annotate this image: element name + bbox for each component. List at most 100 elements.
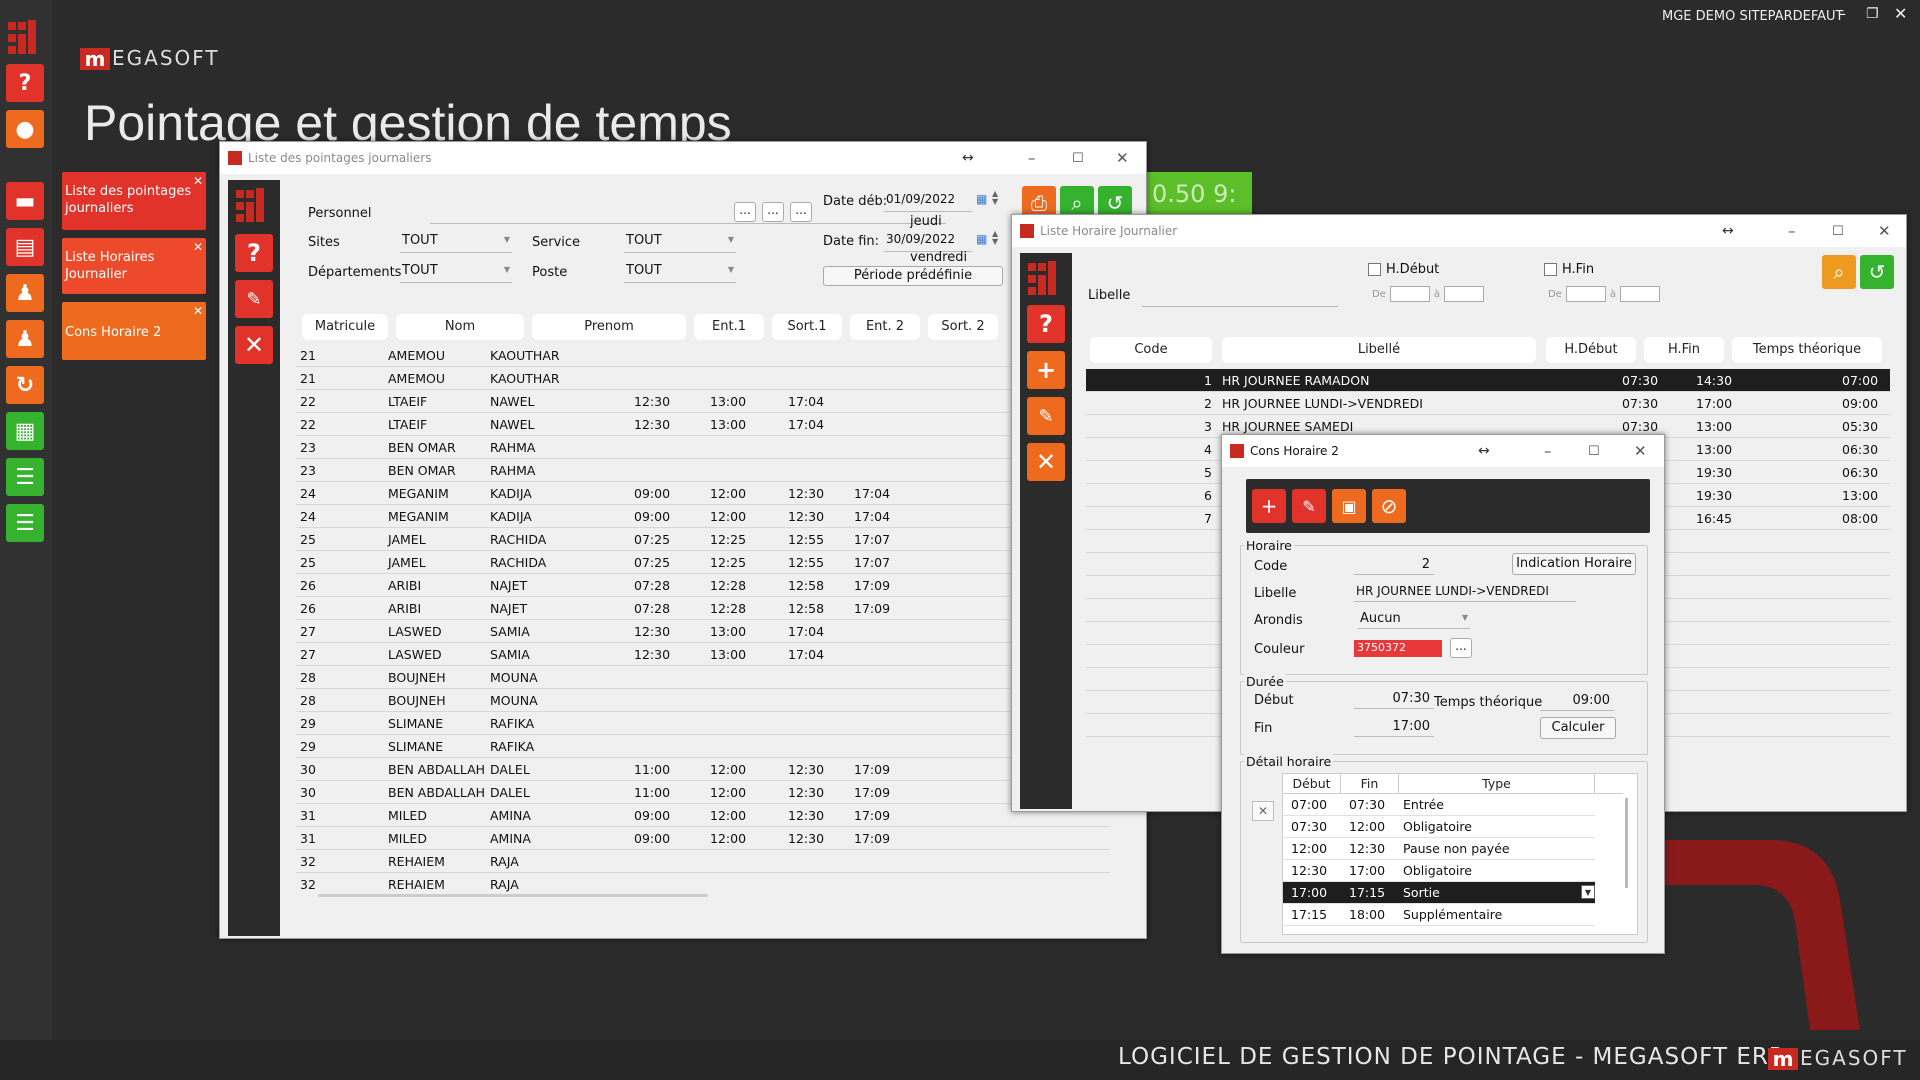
table-row[interactable]: 21 AMEMOU KAOUTHAR <box>296 344 1110 367</box>
app-minimize-button[interactable]: – <box>1838 4 1846 23</box>
table-row[interactable]: 21 AMEMOU KAOUTHAR <box>296 367 1110 390</box>
table-row[interactable]: 27 LASWED SAMIA 12:30 13:00 17:04 <box>296 643 1110 666</box>
fin-input[interactable]: 17:00 <box>1354 719 1434 737</box>
maximize-button[interactable]: ☐ <box>1832 215 1844 247</box>
periode-predefinie-button[interactable]: Période prédéfinie <box>823 266 1003 286</box>
detail-row[interactable]: 12:00 12:30 Pause non payée <box>1283 838 1595 860</box>
search-reset-icon[interactable]: ↺ <box>1860 255 1894 289</box>
table-row[interactable]: 26 ARIBI NAJET 07:28 12:28 12:58 17:09 <box>296 574 1110 597</box>
debut-input[interactable]: 07:30 <box>1354 691 1434 709</box>
col-ent1[interactable]: Ent.1 <box>694 314 764 340</box>
hdebut-range[interactable]: De à <box>1372 285 1484 303</box>
save-icon[interactable]: ▣ <box>1332 489 1366 523</box>
tile-liste-pointages[interactable]: Liste des pointages journaliers ✕ <box>62 172 206 230</box>
detail-row[interactable]: 17:00 17:15 Sortie ▼ <box>1283 882 1595 904</box>
detail-row[interactable]: 07:00 07:30 Entrée <box>1283 794 1595 816</box>
table-row[interactable]: 25 JAMEL RACHIDA 07:25 12:25 12:55 17:07 <box>296 551 1110 574</box>
close-icon[interactable]: ✕ <box>235 326 273 364</box>
help-icon[interactable]: ? <box>6 64 44 102</box>
move-icon[interactable]: ↔ <box>1722 215 1734 247</box>
person-icon[interactable]: ♟ <box>6 274 44 312</box>
libelle-input[interactable] <box>1142 287 1338 307</box>
card-icon[interactable]: ▤ <box>6 228 44 266</box>
maximize-button[interactable]: ☐ <box>1072 142 1084 174</box>
horizontal-scrollbar[interactable] <box>318 894 708 897</box>
poste-select[interactable]: TOUT ▼ <box>624 263 736 283</box>
close-button[interactable]: ✕ <box>1116 142 1129 174</box>
libelle-input[interactable]: HR JOURNEE LUNDI->VENDREDI <box>1354 584 1576 602</box>
minimize-button[interactable]: – <box>1544 435 1552 467</box>
add-icon[interactable]: + <box>1027 351 1065 389</box>
table-row[interactable]: 31 MILED AMINA 09:00 12:00 12:30 17:09 <box>296 804 1110 827</box>
wallet-icon[interactable]: ▬ <box>6 182 44 220</box>
arrondis-select[interactable]: Aucun ▼ <box>1358 611 1470 629</box>
detail-row[interactable]: 12:30 17:00 Obligatoire <box>1283 860 1595 882</box>
date-spinner[interactable]: ▲ ▼ <box>992 190 998 206</box>
col-nom[interactable]: Nom <box>396 314 524 340</box>
col-temps[interactable]: Temps théorique <box>1732 337 1882 363</box>
move-icon[interactable]: ↔ <box>1478 435 1490 467</box>
col-libelle[interactable]: Libellé <box>1222 337 1536 363</box>
col-matricule[interactable]: Matricule <box>302 314 388 340</box>
window-titlebar[interactable]: Liste Horaire Journalier ↔ – ☐ ✕ <box>1012 215 1906 247</box>
users-list-icon[interactable]: ☰ <box>6 504 44 542</box>
close-icon[interactable]: ✕ <box>193 173 203 190</box>
detail-row[interactable]: 17:15 18:00 Supplémentaire <box>1283 904 1595 926</box>
calendar-icon[interactable]: ▦ <box>976 192 987 206</box>
col-debut[interactable]: Début <box>1283 774 1341 794</box>
minimize-button[interactable]: – <box>1788 215 1796 247</box>
table-row[interactable]: 1 HR JOURNEE RAMADON 07:30 14:30 07:00 <box>1086 369 1890 392</box>
departements-select[interactable]: TOUT ▼ <box>400 263 512 283</box>
table-row[interactable]: 31 MILED AMINA 09:00 12:00 12:30 17:09 <box>296 827 1110 850</box>
vertical-scrollbar[interactable] <box>1625 798 1628 888</box>
edit-icon[interactable]: ✎ <box>1292 489 1326 523</box>
personnel-browse-button-3[interactable]: ... <box>790 202 812 222</box>
calculer-button[interactable]: Calculer <box>1540 717 1616 739</box>
hfin-checkbox[interactable] <box>1544 263 1557 276</box>
col-code[interactable]: Code <box>1090 337 1212 363</box>
edit-icon[interactable]: ✎ <box>1027 397 1065 435</box>
close-icon[interactable]: ✕ <box>1027 443 1065 481</box>
table-row[interactable]: 25 JAMEL RACHIDA 07:25 12:25 12:55 17:07 <box>296 528 1110 551</box>
add-icon[interactable]: + <box>1252 489 1286 523</box>
lightbulb-icon[interactable]: ● <box>6 110 44 148</box>
edit-icon[interactable]: ✎ <box>235 280 273 318</box>
table-row[interactable]: 30 BEN ABDALLAH DALEL 11:00 12:00 12:30 17:09 <box>296 781 1110 804</box>
maximize-button[interactable]: ☐ <box>1588 435 1600 467</box>
move-icon[interactable]: ↔ <box>962 142 974 174</box>
col-prenom[interactable]: Prenom <box>532 314 686 340</box>
cancel-icon[interactable]: ⊘ <box>1372 489 1406 523</box>
calculator-icon[interactable]: ▦ <box>6 412 44 450</box>
table-row[interactable]: 27 LASWED SAMIA 12:30 13:00 17:04 <box>296 620 1110 643</box>
table-row[interactable]: 24 MEGANIM KADIJA 09:00 12:00 12:30 17:04 <box>296 482 1110 505</box>
col-sort1[interactable]: Sort.1 <box>772 314 842 340</box>
table-row[interactable]: 32 REHAIEM RAJA <box>296 850 1110 873</box>
table-row[interactable]: 32 REHAIEM RAJA <box>296 873 1110 892</box>
table-row[interactable]: 23 BEN OMAR RAHMA <box>296 436 1110 459</box>
close-icon[interactable]: ✕ <box>193 303 203 320</box>
table-row[interactable]: 24 MEGANIM KADIJA 09:00 12:00 12:30 17:04 <box>296 505 1110 528</box>
table-row[interactable]: 28 BOUJNEH MOUNA <box>296 689 1110 712</box>
hfin-range[interactable]: De à <box>1548 285 1660 303</box>
table-row[interactable]: 22 LTAEIF NAWEL 12:30 13:00 17:04 <box>296 390 1110 413</box>
app-maximize-button[interactable]: ❐ <box>1866 6 1879 22</box>
detail-row[interactable]: 07:30 12:00 Obligatoire <box>1283 816 1595 838</box>
sites-select[interactable]: TOUT ▼ <box>400 233 512 253</box>
user-list-icon[interactable]: ☰ <box>6 458 44 496</box>
close-icon[interactable]: ✕ <box>193 239 203 256</box>
table-row[interactable]: 26 ARIBI NAJET 07:28 12:28 12:58 17:09 <box>296 597 1110 620</box>
personnel-browse-button[interactable]: ... <box>734 202 756 222</box>
code-input[interactable]: 2 <box>1354 557 1434 575</box>
col-ent2[interactable]: Ent. 2 <box>850 314 920 340</box>
table-row[interactable]: 23 BEN OMAR RAHMA <box>296 459 1110 482</box>
couleur-input[interactable]: 3750372 <box>1354 640 1442 657</box>
couleur-browse-button[interactable]: ... <box>1450 638 1472 658</box>
help-icon[interactable]: ? <box>1027 305 1065 343</box>
calendar-icon[interactable]: ▦ <box>976 232 987 246</box>
table-row[interactable]: 30 BEN ABDALLAH DALEL 11:00 12:00 12:30 17:09 <box>296 758 1110 781</box>
refresh-icon[interactable]: ↻ <box>6 366 44 404</box>
service-select[interactable]: TOUT ▼ <box>624 233 736 253</box>
date-deb-input[interactable]: 01/09/2022 <box>884 192 972 212</box>
close-button[interactable]: ✕ <box>1878 215 1891 247</box>
app-close-button[interactable]: ✕ <box>1894 4 1907 23</box>
